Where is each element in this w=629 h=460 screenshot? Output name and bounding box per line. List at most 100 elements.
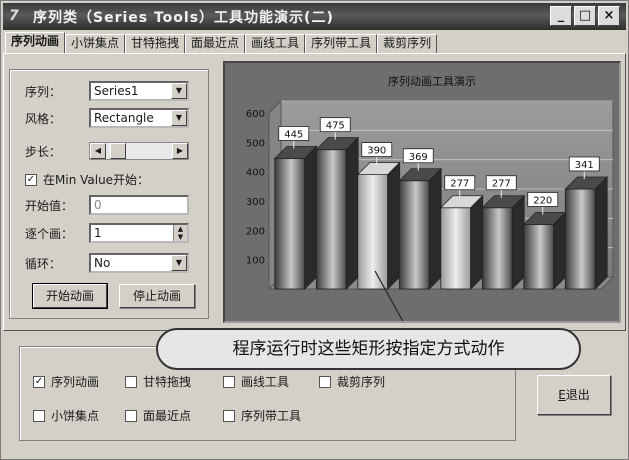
series-select[interactable]: Series1 ▼ — [89, 81, 189, 101]
data-label: 277 — [492, 179, 511, 190]
stop-animation-button[interactable]: 停止动画 — [119, 284, 195, 308]
loop-select-value: No — [94, 256, 111, 270]
data-label: 390 — [367, 146, 386, 157]
bar-side — [470, 194, 484, 290]
option-gantt-drag[interactable]: 甘特拖拽 — [125, 373, 191, 390]
spinner-arrows-icon[interactable]: ▲ ▼ — [173, 225, 187, 241]
bar-side — [428, 167, 442, 290]
option-nearest-point[interactable]: 面最近点 — [125, 407, 191, 424]
bar — [274, 158, 306, 290]
main-window: 7 序列类（Series Tools）工具功能演示(二) _ □ × 序列动画 … — [0, 0, 629, 460]
option-label: 序列带工具 — [241, 409, 302, 423]
data-label: 341 — [575, 160, 594, 171]
chart-area: 100 200 300 400 500 600 序列动画工具演示 445 475 390 369 27… — [223, 61, 621, 323]
option-series-animation[interactable]: ✓ 序列动画 — [33, 373, 99, 390]
bar-side — [345, 136, 359, 290]
option-label: 小饼集点 — [51, 409, 100, 423]
loop-select[interactable]: No ▼ — [89, 253, 189, 273]
option-label: 画线工具 — [241, 375, 290, 389]
bar — [440, 207, 472, 290]
each-spinner[interactable]: 1 ▲ ▼ — [89, 223, 189, 243]
data-label: 369 — [409, 152, 428, 163]
style-label: 风格： — [25, 111, 62, 126]
series-label: 序列： — [25, 84, 62, 99]
scroll-right-icon[interactable]: ▶ — [172, 143, 188, 159]
tab-series-band[interactable]: 序列带工具 — [305, 34, 378, 53]
window-controls: _ □ × — [550, 6, 620, 26]
style-select-value: Rectangle — [94, 111, 154, 125]
exit-hotkey: E — [558, 388, 566, 402]
option-checkbox[interactable] — [223, 409, 235, 422]
start-value-label: 开始值： — [25, 198, 74, 213]
option-series-band[interactable]: 序列带工具 — [223, 407, 301, 424]
start-value-input[interactable]: 0 — [89, 195, 189, 215]
tab-pie-explode[interactable]: 小饼集点 — [65, 34, 126, 53]
y-tick-label: 200 — [246, 226, 265, 237]
data-label: 475 — [326, 121, 345, 132]
dropdown-arrow-icon[interactable]: ▼ — [171, 83, 187, 99]
option-clip-series[interactable]: 裁剪序列 — [319, 373, 385, 390]
data-label: 277 — [450, 179, 469, 190]
series-select-value: Series1 — [94, 84, 139, 98]
minimize-button[interactable]: _ — [550, 6, 572, 26]
tab-series-animation[interactable]: 序列动画 — [5, 32, 66, 53]
data-label: 220 — [533, 195, 552, 206]
option-label: 序列动画 — [51, 375, 100, 389]
y-tick-label: 600 — [246, 109, 265, 120]
close-button[interactable]: × — [598, 6, 620, 26]
start-from-min-row[interactable]: ✓ 在Min Value开始： — [25, 171, 149, 188]
step-row: 步长： ◀ ▶ — [25, 142, 189, 160]
step-scrollbar[interactable]: ◀ ▶ — [89, 142, 189, 160]
tab-clip-series[interactable]: 裁剪序列 — [377, 34, 438, 53]
start-from-min-checkbox[interactable]: ✓ — [25, 173, 37, 186]
callout-annotation: 程序运行时这些矩形按指定方式动作 — [156, 328, 581, 370]
start-value-row: 开始值： 0 — [25, 195, 189, 215]
exit-button-label: 退出 — [565, 388, 590, 402]
option-label: 甘特拖拽 — [143, 375, 192, 389]
dropdown-arrow-icon[interactable]: ▼ — [171, 255, 187, 271]
each-row: 逐个画： 1 ▲ ▼ — [25, 223, 189, 243]
bar-side — [553, 211, 567, 290]
bar — [398, 180, 430, 290]
series-row: 序列： Series1 ▼ — [25, 81, 189, 101]
title-bar[interactable]: 7 序列类（Series Tools）工具功能演示(二) _ □ × — [3, 3, 626, 30]
bar — [523, 224, 555, 290]
each-label: 逐个画： — [25, 226, 74, 241]
start-animation-button[interactable]: 开始动画 — [32, 283, 108, 309]
step-label: 步长： — [25, 144, 62, 159]
bar-chart: 100 200 300 400 500 600 序列动画工具演示 445 475 390 369 27… — [246, 74, 615, 321]
scroll-thumb[interactable] — [110, 143, 126, 159]
bar — [357, 174, 389, 290]
chart-title: 序列动画工具演示 — [388, 74, 476, 88]
style-row: 风格： Rectangle ▼ — [25, 108, 189, 128]
option-checkbox[interactable] — [125, 409, 137, 422]
tab-nearest-point[interactable]: 面最近点 — [185, 34, 246, 53]
style-select[interactable]: Rectangle ▼ — [89, 108, 189, 128]
option-checkbox[interactable] — [33, 409, 45, 422]
scroll-left-icon[interactable]: ◀ — [90, 143, 106, 159]
start-from-min-label: 在Min Value开始： — [43, 173, 150, 187]
loop-row: 循环： No ▼ — [25, 253, 189, 273]
tab-gantt-drag[interactable]: 甘特拖拽 — [125, 34, 186, 53]
tab-draw-line[interactable]: 画线工具 — [245, 34, 306, 53]
option-label: 裁剪序列 — [337, 375, 386, 389]
option-checkbox[interactable] — [125, 375, 137, 388]
bar — [315, 149, 347, 290]
window-title: 序列类（Series Tools）工具功能演示(二) — [33, 9, 334, 26]
each-spinner-value: 1 — [94, 226, 102, 240]
y-tick-label: 100 — [246, 256, 265, 267]
bar — [564, 188, 596, 290]
app-icon: 7 — [9, 7, 19, 24]
loop-label: 循环： — [25, 256, 62, 271]
option-pie-explode[interactable]: 小饼集点 — [33, 407, 99, 424]
option-draw-line[interactable]: 画线工具 — [223, 373, 289, 390]
option-checkbox[interactable] — [319, 375, 331, 388]
exit-button[interactable]: E退出 — [537, 375, 611, 415]
dropdown-arrow-icon[interactable]: ▼ — [171, 110, 187, 126]
settings-group — [9, 69, 209, 319]
bar-side — [387, 161, 401, 290]
maximize-button[interactable]: □ — [574, 6, 596, 26]
option-checkbox[interactable]: ✓ — [33, 375, 45, 388]
option-checkbox[interactable] — [223, 375, 235, 388]
bar-side — [304, 145, 318, 290]
